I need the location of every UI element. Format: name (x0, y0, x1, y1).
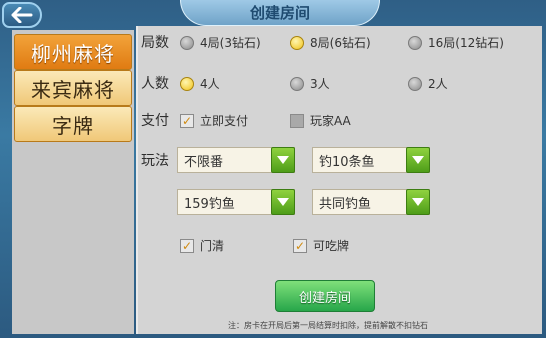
option-label: 16局(12钻石) (428, 36, 504, 50)
rule-dropdown-fish-count[interactable]: 钓10条鱼 (312, 147, 430, 173)
players-option-3[interactable]: 3人 (290, 75, 330, 92)
rounds-option-4[interactable]: 4局(3钻石) (180, 34, 261, 51)
checkbox-checked-icon: ✓ (180, 238, 194, 253)
tab-laibin-mahjong[interactable]: 来宾麻将 (14, 70, 132, 106)
tab-zipai[interactable]: 字牌 (14, 106, 132, 142)
rounds-option-8[interactable]: 8局(6钻石) (290, 34, 371, 51)
option-label: 3人 (310, 77, 330, 91)
rounds-label: 局数 (141, 35, 169, 51)
rule-dropdown-fan[interactable]: 不限番 (177, 147, 295, 173)
footnote: 注：房卡在开局后第一局结算时扣除，提前解散不扣钻石 (228, 321, 428, 330)
dropdown-toggle[interactable] (271, 147, 295, 173)
option-label: 8局(6钻石) (310, 36, 371, 50)
option-label: 可吃牌 (313, 239, 350, 253)
tab-liuzhou-mahjong[interactable]: 柳州麻将 (14, 34, 132, 70)
option-label: 2人 (428, 77, 448, 91)
payment-option-immediate[interactable]: ✓ 立即支付 (180, 112, 248, 129)
players-option-4[interactable]: 4人 (180, 75, 220, 92)
radio-icon (408, 76, 422, 91)
payment-option-aa[interactable]: 玩家AA (290, 112, 351, 129)
dropdown-value: 钓10条鱼 (319, 154, 375, 170)
dropdown-value: 共同钓鱼 (319, 196, 372, 212)
radio-icon (408, 35, 422, 50)
option-label: 玩家AA (310, 114, 351, 128)
back-arrow-icon (11, 7, 33, 23)
rule-dropdown-fish-type[interactable]: 159钓鱼 (177, 189, 295, 215)
option-label: 立即支付 (200, 114, 249, 128)
chevron-down-icon (277, 156, 289, 164)
rounds-option-16[interactable]: 16局(12钻石) (408, 34, 504, 51)
rule-checkbox-menqing[interactable]: ✓ 门清 (180, 237, 224, 254)
dropdown-toggle[interactable] (271, 189, 295, 215)
option-label: 门清 (200, 239, 225, 253)
dropdown-toggle[interactable] (406, 147, 430, 173)
checkbox-checked-icon: ✓ (180, 113, 194, 128)
dropdown-value: 159钓鱼 (184, 196, 235, 212)
players-option-2[interactable]: 2人 (408, 75, 448, 92)
chevron-down-icon (412, 198, 424, 206)
option-label: 4局(3钻石) (200, 36, 261, 50)
radio-icon (290, 76, 304, 91)
rule-dropdown-fish-mode[interactable]: 共同钓鱼 (312, 189, 430, 215)
back-button[interactable] (2, 2, 42, 28)
create-room-button[interactable]: 创建房间 (275, 280, 375, 312)
checkbox-icon (290, 113, 304, 128)
payment-label: 支付 (141, 113, 169, 129)
chevron-down-icon (277, 198, 289, 206)
dropdown-value: 不限番 (184, 154, 224, 170)
chevron-down-icon (412, 156, 424, 164)
players-label: 人数 (141, 76, 169, 92)
dropdown-toggle[interactable] (406, 189, 430, 215)
checkbox-checked-icon: ✓ (293, 238, 307, 253)
radio-icon (180, 35, 194, 50)
rule-checkbox-chi[interactable]: ✓ 可吃牌 (293, 237, 349, 254)
radio-selected-icon (180, 76, 194, 91)
radio-selected-icon (290, 35, 304, 50)
rules-label: 玩法 (141, 153, 169, 169)
dialog-title: 创建房间 (180, 0, 380, 26)
option-label: 4人 (200, 77, 220, 91)
